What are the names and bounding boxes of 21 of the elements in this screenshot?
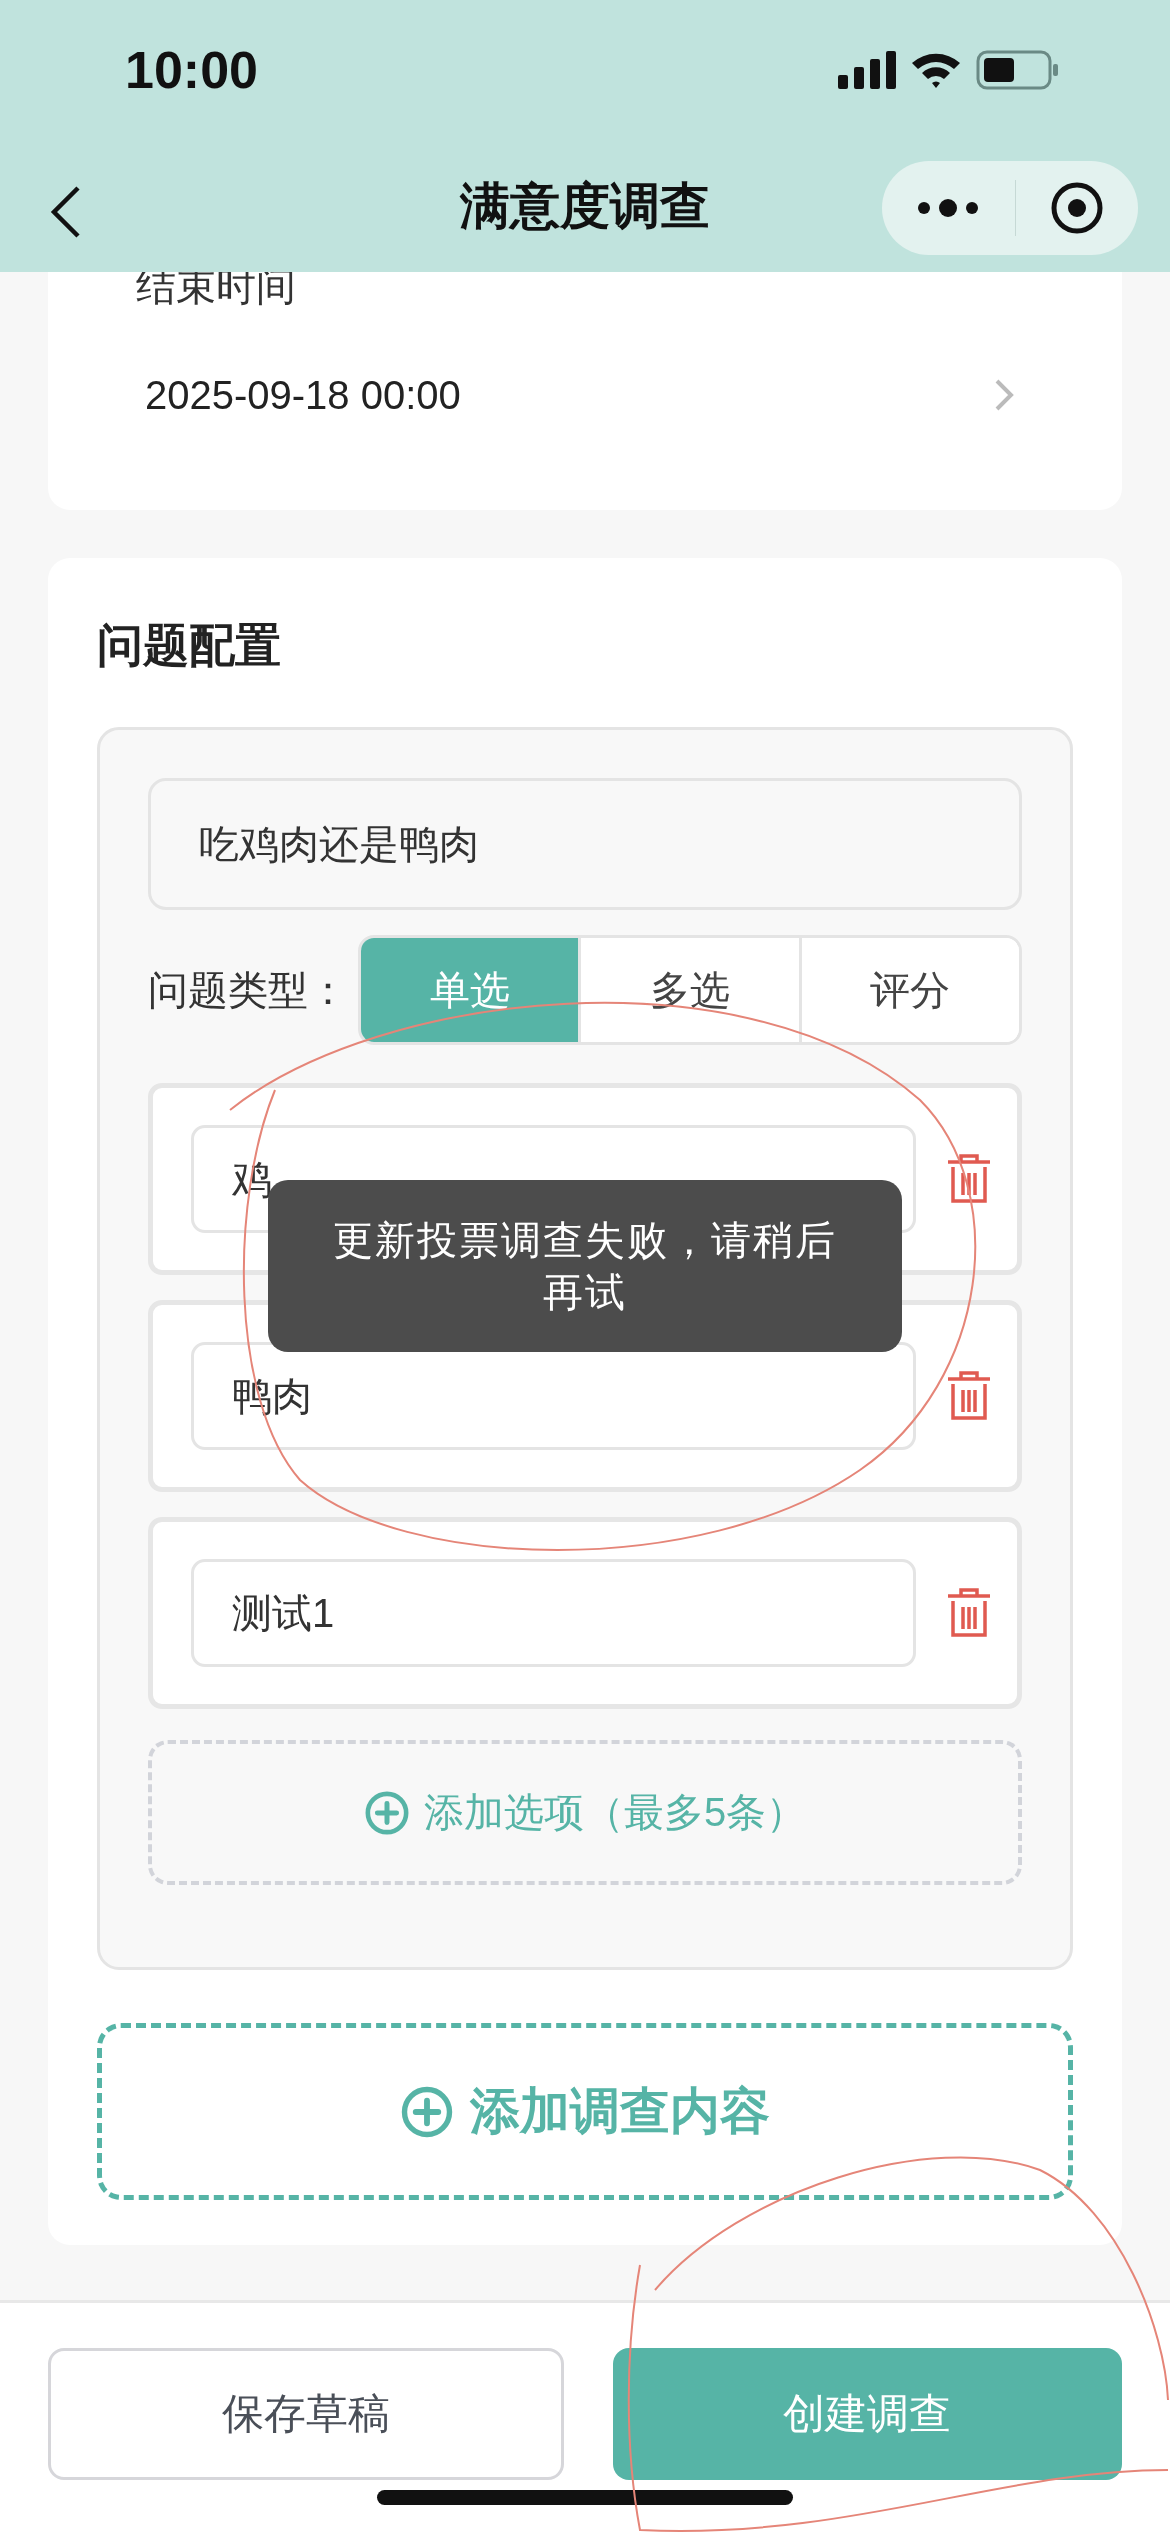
trash-icon[interactable] <box>946 1587 992 1639</box>
battery-icon <box>976 50 1060 90</box>
plus-circle-icon <box>400 2084 454 2139</box>
section-title: 问题配置 <box>97 618 282 673</box>
type-tab[interactable]: 评分 <box>798 938 1019 1042</box>
save-draft-button[interactable]: 保存草稿 <box>48 2348 564 2480</box>
question-input[interactable]: 吃鸡肉还是鸭肉 <box>148 778 1022 910</box>
type-label: 问题类型： <box>148 966 349 1014</box>
chevron-right-icon <box>994 378 1014 412</box>
more-icon[interactable] <box>916 198 981 218</box>
option-input[interactable]: 测试1 <box>191 1559 916 1667</box>
clock-time: 10:00 <box>125 40 258 100</box>
trash-icon[interactable] <box>946 1153 992 1205</box>
page-title: 满意度调查 <box>460 176 710 236</box>
date-picker-row[interactable]: 2025-09-18 00:00 <box>48 340 1122 450</box>
signal-icon <box>838 51 896 89</box>
wifi-icon <box>910 51 962 89</box>
trash-icon[interactable] <box>946 1370 992 1422</box>
plus-circle-icon <box>363 1789 410 1836</box>
close-target-icon[interactable] <box>1049 181 1104 235</box>
date-value: 2025-09-18 00:00 <box>145 372 461 418</box>
